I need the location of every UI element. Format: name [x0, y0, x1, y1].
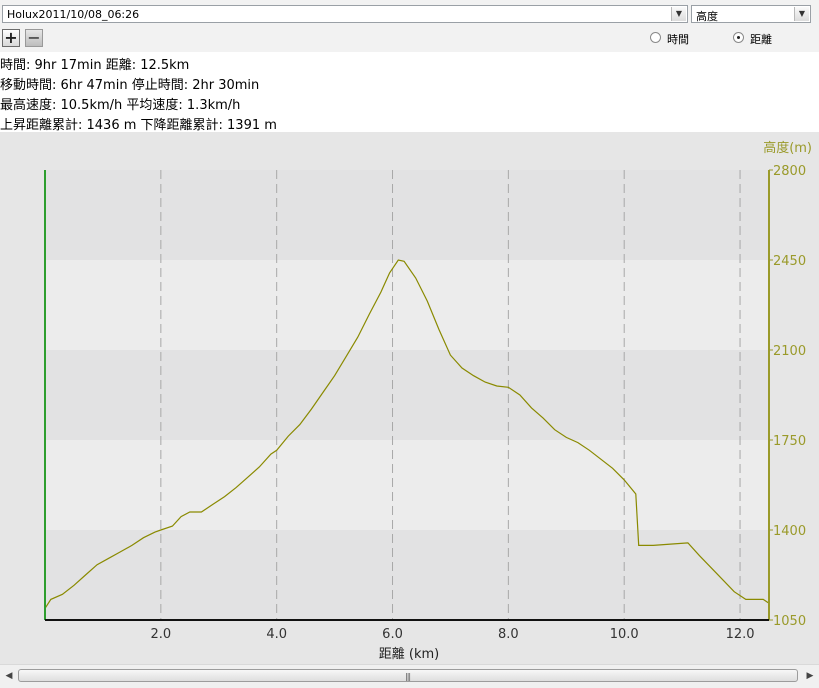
- track-stats: 時間: 9hr 17min 距離: 12.5km 移動時間: 6hr 47min…: [0, 52, 819, 133]
- zoom-in-button[interactable]: +: [2, 29, 20, 47]
- scroll-left-icon[interactable]: ◀: [2, 669, 16, 683]
- elevation-chart[interactable]: 2.0 4.0 6.0 8.0 10.0 12.0 1050 1400 1750 2100 2450…: [0, 132, 819, 664]
- radio-time-label: 時間: [667, 33, 689, 46]
- radio-distance-indicator[interactable]: [733, 32, 744, 43]
- stat-speed: 最高速度: 10.5km/h 平均速度: 1.3km/h: [0, 98, 241, 113]
- chevron-down-icon[interactable]: ▼: [671, 7, 686, 21]
- x-tick-label: 10.0: [610, 627, 639, 642]
- x-tick-label: 2.0: [150, 627, 171, 642]
- track-select-value: Holux2011/10/08_06:26: [7, 8, 140, 21]
- radio-distance-label: 距離: [750, 33, 772, 46]
- toolbar: Holux2011/10/08_06:26 ▼ 高度 ▼ + − 時間 距離: [0, 0, 819, 53]
- metric-select-value: 高度: [696, 10, 718, 23]
- y-tick-label: 2800: [773, 164, 806, 179]
- scroll-right-icon[interactable]: ▶: [803, 669, 817, 683]
- y-tick-label: 1050: [773, 614, 806, 629]
- x-tick-label: 4.0: [266, 627, 287, 642]
- y-tick-label: 2450: [773, 254, 806, 269]
- chart-bands: [45, 170, 769, 620]
- radio-time-indicator[interactable]: [650, 32, 661, 43]
- elevation-chart-svg[interactable]: 2.0 4.0 6.0 8.0 10.0 12.0 1050 1400 1750 2100 2450…: [0, 132, 819, 664]
- chart-band: [45, 350, 769, 440]
- x-tick-label: 8.0: [498, 627, 519, 642]
- y-axis-label: 高度(m): [763, 140, 812, 156]
- y-tick-label: 2100: [773, 344, 806, 359]
- chart-band: [45, 440, 769, 530]
- metric-select[interactable]: 高度 ▼: [691, 5, 811, 23]
- scrollbar-thumb[interactable]: |||: [18, 669, 798, 682]
- x-tick-label: 6.0: [382, 627, 403, 642]
- stat-elevation-gain: 上昇距離累計: 1436 m 下降距離累計: 1391 m: [0, 118, 277, 133]
- chevron-down-icon[interactable]: ▼: [794, 7, 809, 21]
- chart-band: [45, 530, 769, 620]
- horizontal-scrollbar[interactable]: ◀ ||| ▶: [0, 664, 819, 688]
- chart-band: [45, 170, 769, 260]
- y-tick-label: 1750: [773, 434, 806, 449]
- scrollbar-grip: |||: [405, 672, 411, 681]
- x-tick-label: 12.0: [726, 627, 755, 642]
- track-select[interactable]: Holux2011/10/08_06:26 ▼: [2, 5, 688, 23]
- stat-time-distance: 時間: 9hr 17min 距離: 12.5km: [0, 58, 190, 73]
- chart-band: [45, 260, 769, 350]
- stat-moving-stopped: 移動時間: 6hr 47min 停止時間: 2hr 30min: [0, 78, 260, 93]
- zoom-out-button[interactable]: −: [25, 29, 43, 47]
- y-tick-label: 1400: [773, 524, 806, 539]
- x-axis-label: 距離 (km): [379, 647, 439, 662]
